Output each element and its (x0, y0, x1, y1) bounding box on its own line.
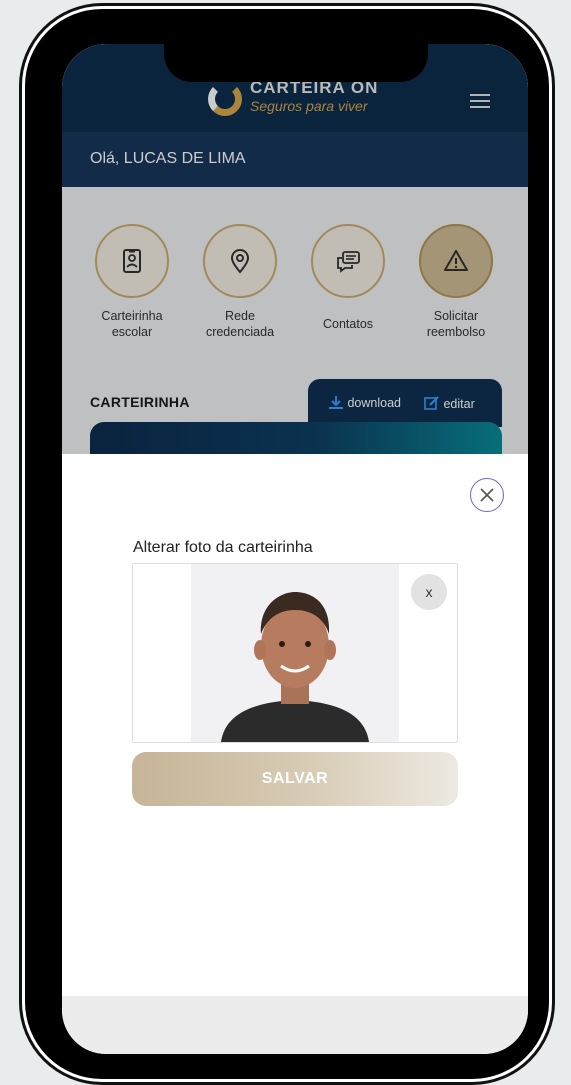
close-icon (480, 488, 494, 502)
close-modal-button[interactable] (470, 478, 504, 512)
save-button[interactable]: SALVAR (132, 752, 458, 806)
app-background: CARTEIRA ON Seguros para viver Olá, LUCA… (62, 44, 528, 482)
modal-backdrop[interactable] (62, 44, 528, 454)
photo-upload-box[interactable] (132, 563, 458, 743)
phone-notch (164, 36, 428, 82)
student-photo (191, 564, 399, 742)
modal-title: Alterar foto da carteirinha (133, 539, 313, 556)
remove-photo-button[interactable]: x (411, 574, 447, 610)
footer-strip (62, 996, 528, 1054)
